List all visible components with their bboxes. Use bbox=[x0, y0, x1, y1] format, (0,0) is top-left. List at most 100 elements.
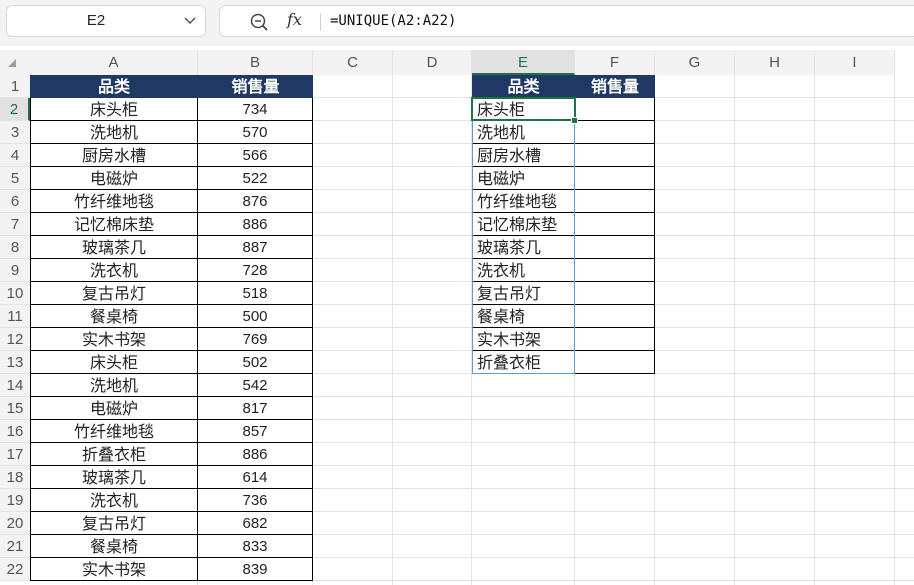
category-cell[interactable]: 电磁炉 bbox=[30, 167, 198, 190]
sales-cell[interactable]: 500 bbox=[198, 305, 313, 328]
category-cell[interactable]: 床头柜 bbox=[30, 351, 198, 374]
category-cell[interactable]: 实木书架 bbox=[30, 328, 198, 351]
sales-cell[interactable]: 857 bbox=[198, 420, 313, 443]
row-header-10[interactable]: 10 bbox=[0, 282, 30, 305]
row-header-2[interactable]: 2 bbox=[0, 98, 30, 121]
row-header-13[interactable]: 13 bbox=[0, 351, 30, 374]
category-cell[interactable]: 记忆棉床垫 bbox=[30, 213, 198, 236]
row-header-3[interactable]: 3 bbox=[0, 121, 30, 144]
unique-category-cell[interactable]: 厨房水槽 bbox=[472, 144, 575, 167]
sales-cell[interactable]: 570 bbox=[198, 121, 313, 144]
sales-cell[interactable]: 502 bbox=[198, 351, 313, 374]
row-header-16[interactable]: 16 bbox=[0, 420, 30, 443]
category-cell[interactable]: 餐桌椅 bbox=[30, 535, 198, 558]
sales-cell[interactable]: 886 bbox=[198, 443, 313, 466]
row-header-6[interactable]: 6 bbox=[0, 190, 30, 213]
sales-cell[interactable]: 886 bbox=[198, 213, 313, 236]
sales-cell[interactable]: 614 bbox=[198, 466, 313, 489]
result-header-cell[interactable]: 销售量 bbox=[575, 75, 655, 98]
sales-cell[interactable]: 682 bbox=[198, 512, 313, 535]
sales-cell[interactable]: 522 bbox=[198, 167, 313, 190]
sales-cell[interactable]: 736 bbox=[198, 489, 313, 512]
sales-cell[interactable]: 839 bbox=[198, 558, 313, 581]
unique-category-cell[interactable]: 竹纤维地毯 bbox=[472, 190, 575, 213]
result-sales-cell[interactable] bbox=[575, 282, 655, 305]
sales-cell[interactable]: 728 bbox=[198, 259, 313, 282]
category-cell[interactable]: 厨房水槽 bbox=[30, 144, 198, 167]
column-header-g[interactable]: G bbox=[655, 50, 735, 75]
category-cell[interactable]: 实木书架 bbox=[30, 558, 198, 581]
sales-cell[interactable]: 734 bbox=[198, 98, 313, 121]
category-cell[interactable]: 餐桌椅 bbox=[30, 305, 198, 328]
category-cell[interactable]: 洗衣机 bbox=[30, 259, 198, 282]
result-sales-cell[interactable] bbox=[575, 328, 655, 351]
category-cell[interactable]: 复古吊灯 bbox=[30, 512, 198, 535]
category-cell[interactable]: 复古吊灯 bbox=[30, 282, 198, 305]
column-header-b[interactable]: B bbox=[198, 50, 313, 75]
column-header-h[interactable]: H bbox=[735, 50, 815, 75]
column-header-i[interactable]: I bbox=[815, 50, 895, 75]
unique-category-cell[interactable]: 洗地机 bbox=[472, 121, 575, 144]
spreadsheet-grid[interactable]: A B C D E F G H I 1 2 3 4 5 6 7 8 9 10 11 12 13 14 15 16 17 18 19 20… bbox=[0, 50, 914, 585]
category-cell[interactable]: 床头柜 bbox=[30, 98, 198, 121]
column-header-a[interactable]: A bbox=[30, 50, 198, 75]
fill-handle[interactable] bbox=[571, 117, 578, 124]
row-header-19[interactable]: 19 bbox=[0, 489, 30, 512]
result-header-cell[interactable]: 品类 bbox=[472, 75, 575, 98]
row-header-12[interactable]: 12 bbox=[0, 328, 30, 351]
result-sales-cell[interactable] bbox=[575, 305, 655, 328]
sales-cell[interactable]: 769 bbox=[198, 328, 313, 351]
row-header-18[interactable]: 18 bbox=[0, 466, 30, 489]
name-box[interactable]: E2 bbox=[6, 5, 206, 37]
category-cell[interactable]: 竹纤维地毯 bbox=[30, 190, 198, 213]
active-cell-e2[interactable] bbox=[471, 97, 576, 121]
category-cell[interactable]: 洗地机 bbox=[30, 121, 198, 144]
unique-category-cell[interactable]: 实木书架 bbox=[472, 328, 575, 351]
row-header-15[interactable]: 15 bbox=[0, 397, 30, 420]
row-header-22[interactable]: 22 bbox=[0, 558, 30, 581]
row-header-14[interactable]: 14 bbox=[0, 374, 30, 397]
formula-input[interactable]: fx =UNIQUE(A2:A22) bbox=[219, 5, 914, 37]
result-sales-cell[interactable] bbox=[575, 351, 655, 374]
result-sales-cell[interactable] bbox=[575, 121, 655, 144]
result-sales-cell[interactable] bbox=[575, 98, 655, 121]
sales-cell[interactable]: 833 bbox=[198, 535, 313, 558]
unique-category-cell[interactable]: 记忆棉床垫 bbox=[472, 213, 575, 236]
column-header-c[interactable]: C bbox=[313, 50, 393, 75]
unique-category-cell[interactable]: 洗衣机 bbox=[472, 259, 575, 282]
select-all-corner[interactable] bbox=[0, 50, 30, 75]
category-cell[interactable]: 折叠衣柜 bbox=[30, 443, 198, 466]
result-sales-cell[interactable] bbox=[575, 213, 655, 236]
formula-text[interactable]: =UNIQUE(A2:A22) bbox=[330, 6, 456, 36]
table-header-cell[interactable]: 销售量 bbox=[198, 75, 313, 98]
row-header-1[interactable]: 1 bbox=[0, 75, 30, 98]
row-header-20[interactable]: 20 bbox=[0, 512, 30, 535]
row-header-4[interactable]: 4 bbox=[0, 144, 30, 167]
category-cell[interactable]: 玻璃茶几 bbox=[30, 466, 198, 489]
sales-cell[interactable]: 518 bbox=[198, 282, 313, 305]
category-cell[interactable]: 洗衣机 bbox=[30, 489, 198, 512]
row-header-17[interactable]: 17 bbox=[0, 443, 30, 466]
category-cell[interactable]: 电磁炉 bbox=[30, 397, 198, 420]
row-header-11[interactable]: 11 bbox=[0, 305, 30, 328]
chevron-down-icon[interactable] bbox=[183, 13, 197, 27]
category-cell[interactable]: 竹纤维地毯 bbox=[30, 420, 198, 443]
unique-category-cell[interactable]: 折叠衣柜 bbox=[472, 351, 575, 374]
insert-function-icon[interactable]: fx bbox=[287, 10, 302, 29]
category-cell[interactable]: 玻璃茶几 bbox=[30, 236, 198, 259]
sales-cell[interactable]: 566 bbox=[198, 144, 313, 167]
sales-cell[interactable]: 542 bbox=[198, 374, 313, 397]
unique-category-cell[interactable]: 餐桌椅 bbox=[472, 305, 575, 328]
result-sales-cell[interactable] bbox=[575, 259, 655, 282]
sales-cell[interactable]: 817 bbox=[198, 397, 313, 420]
column-header-f[interactable]: F bbox=[575, 50, 655, 75]
column-header-e[interactable]: E bbox=[472, 50, 575, 75]
result-sales-cell[interactable] bbox=[575, 167, 655, 190]
result-sales-cell[interactable] bbox=[575, 236, 655, 259]
category-cell[interactable]: 洗地机 bbox=[30, 374, 198, 397]
row-header-8[interactable]: 8 bbox=[0, 236, 30, 259]
row-header-21[interactable]: 21 bbox=[0, 535, 30, 558]
unique-category-cell[interactable]: 玻璃茶几 bbox=[472, 236, 575, 259]
result-sales-cell[interactable] bbox=[575, 190, 655, 213]
row-header-9[interactable]: 9 bbox=[0, 259, 30, 282]
